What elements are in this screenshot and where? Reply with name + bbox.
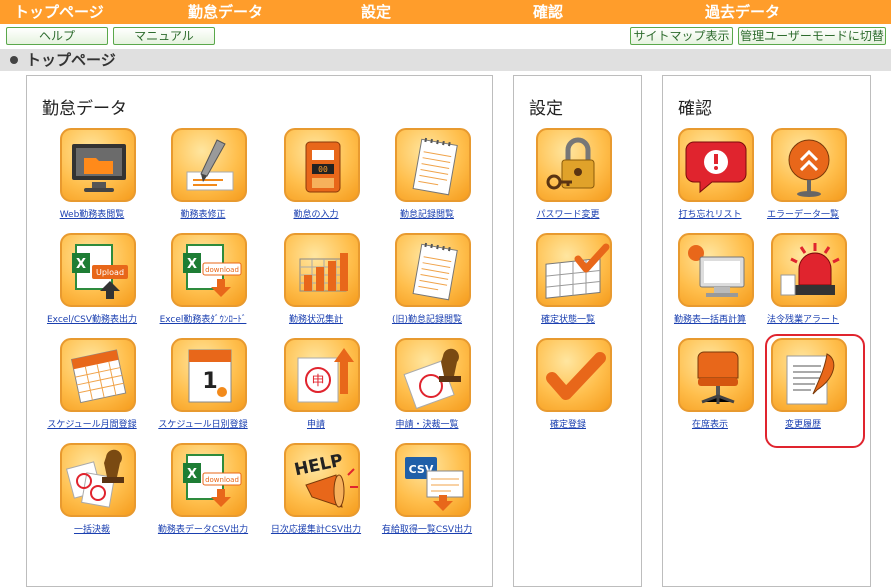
- tile-attendance[interactable]: Web勤務表閲覧: [34, 128, 150, 224]
- svg-text:00: 00: [318, 165, 328, 174]
- svg-text:download: download: [205, 266, 239, 274]
- attendance-section-title: 勤怠データ: [42, 99, 127, 119]
- selection-highlight: [765, 334, 865, 448]
- tile-settings[interactable]: 確定登録: [510, 338, 626, 434]
- notepad-icon[interactable]: [395, 128, 471, 202]
- tile-attendance[interactable]: 勤怠記録閲覧: [369, 128, 485, 224]
- nav-attendance-data[interactable]: 勤怠データ: [188, 0, 263, 24]
- bullet-icon: [10, 56, 18, 64]
- svg-text:申: 申: [311, 374, 324, 389]
- tile-link[interactable]: 勤務表修正: [139, 207, 267, 220]
- tile-link[interactable]: 確定状態一覧: [504, 312, 632, 325]
- monitor-folder-icon[interactable]: [60, 128, 136, 202]
- sitemap-button[interactable]: サイトマップ表示: [630, 27, 733, 45]
- bar-chart-icon[interactable]: [284, 233, 360, 307]
- svg-text:X: X: [187, 467, 197, 482]
- tile-link[interactable]: 日次応援集計CSV出力: [252, 522, 380, 535]
- alert-speech-icon[interactable]: [678, 128, 754, 202]
- settings-section-title: 設定: [529, 99, 563, 119]
- tile-link[interactable]: 申請: [252, 417, 380, 430]
- tile-attendance[interactable]: 1 スケジュール日別登録: [145, 338, 261, 434]
- nav-past-data[interactable]: 過去データ: [705, 0, 780, 24]
- confirm-section-title: 確認: [678, 99, 712, 119]
- time-clock-icon[interactable]: 00: [284, 128, 360, 202]
- tile-link[interactable]: スケジュール月間登録: [28, 417, 156, 430]
- tile-attendance[interactable]: 00 勤怠の入力: [258, 128, 374, 224]
- tile-attendance[interactable]: 申申請: [258, 338, 374, 434]
- svg-text:download: download: [205, 476, 239, 484]
- tile-attendance[interactable]: 勤務表修正: [145, 128, 261, 224]
- tile-link[interactable]: 勤怠記録閲覧: [363, 207, 491, 220]
- breadcrumb: トップページ: [0, 49, 891, 71]
- notepad-icon[interactable]: [395, 233, 471, 307]
- tile-link[interactable]: 有給取得一覧CSV出力: [363, 522, 491, 535]
- manual-button[interactable]: マニュアル: [113, 27, 215, 45]
- tile-attendance[interactable]: (旧)勤怠記録閲覧: [369, 233, 485, 329]
- help-button[interactable]: ヘルプ: [6, 27, 108, 45]
- nav-top-page[interactable]: トップページ: [14, 0, 104, 24]
- csv-export-icon[interactable]: CSV: [395, 443, 471, 517]
- tile-confirm[interactable]: エラーデータ一覧: [745, 128, 861, 224]
- svg-text:Upload: Upload: [96, 268, 124, 277]
- tile-link[interactable]: スケジュール日別登録: [139, 417, 267, 430]
- tile-link[interactable]: 勤務表データCSV出力: [139, 522, 267, 535]
- nav-confirm[interactable]: 確認: [533, 0, 563, 24]
- tile-link[interactable]: エラーデータ一覧: [739, 207, 867, 220]
- calendar-day-icon[interactable]: 1: [171, 338, 247, 412]
- application-stamp-icon[interactable]: 申: [284, 338, 360, 412]
- checkmark-icon[interactable]: [536, 338, 612, 412]
- tile-attendance[interactable]: CSV 有給取得一覧CSV出力: [369, 443, 485, 539]
- excel-download-icon[interactable]: Xdownload: [171, 443, 247, 517]
- tile-link[interactable]: Excel/CSV勤務表出力: [28, 312, 156, 325]
- tile-link[interactable]: Excel勤務表ﾀﾞｳﾝﾛｰﾄﾞ: [139, 312, 267, 325]
- approval-stamp-icon[interactable]: [395, 338, 471, 412]
- breadcrumb-label: トップページ: [26, 51, 116, 69]
- office-chair-icon[interactable]: [678, 338, 754, 412]
- help-megaphone-icon[interactable]: HELP: [284, 443, 360, 517]
- error-badge-icon[interactable]: [771, 128, 847, 202]
- svg-text:1: 1: [202, 369, 217, 394]
- tile-link[interactable]: 確定登録: [504, 417, 632, 430]
- tile-settings[interactable]: 確定状態一覧: [510, 233, 626, 329]
- tile-attendance[interactable]: Xdownload Excel勤務表ﾀﾞｳﾝﾛｰﾄﾞ: [145, 233, 261, 329]
- tile-link[interactable]: パスワード変更: [504, 207, 632, 220]
- tile-attendance[interactable]: 申請・決裁一覧: [369, 338, 485, 434]
- tile-attendance[interactable]: Xdownload 勤務表データCSV出力: [145, 443, 261, 539]
- tile-attendance[interactable]: 勤務状況集計: [258, 233, 374, 329]
- nav-settings[interactable]: 設定: [361, 0, 391, 24]
- tile-attendance[interactable]: 一括決裁: [34, 443, 150, 539]
- tile-link[interactable]: 一括決裁: [28, 522, 156, 535]
- tile-link[interactable]: 申請・決裁一覧: [363, 417, 491, 430]
- tile-attendance[interactable]: スケジュール月間登録: [34, 338, 150, 434]
- bulk-approval-icon[interactable]: [60, 443, 136, 517]
- calendar-month-icon[interactable]: [60, 338, 136, 412]
- grid-check-icon[interactable]: [536, 233, 612, 307]
- excel-upload-icon[interactable]: X Upload: [60, 233, 136, 307]
- tile-link[interactable]: 勤務状況集計: [252, 312, 380, 325]
- tile-settings[interactable]: パスワード変更: [510, 128, 626, 224]
- top-navigation-bar: トップページ 勤怠データ 設定 確認 過去データ: [0, 0, 891, 24]
- svg-text:X: X: [76, 257, 86, 272]
- svg-text:X: X: [187, 257, 197, 272]
- tile-link[interactable]: 法令残業アラート: [739, 312, 867, 325]
- padlock-key-icon[interactable]: [536, 128, 612, 202]
- admin-mode-button[interactable]: 管理ユーザーモードに切替: [738, 27, 886, 45]
- tile-attendance[interactable]: HELP 日次応援集計CSV出力: [258, 443, 374, 539]
- tile-confirm[interactable]: 法令残業アラート: [745, 233, 861, 329]
- tile-link[interactable]: 勤怠の入力: [252, 207, 380, 220]
- siren-alert-icon[interactable]: [771, 233, 847, 307]
- recalculate-monitor-icon[interactable]: [678, 233, 754, 307]
- excel-download-icon[interactable]: Xdownload: [171, 233, 247, 307]
- tile-attendance[interactable]: X Upload Excel/CSV勤務表出力: [34, 233, 150, 329]
- tile-link[interactable]: (旧)勤怠記録閲覧: [363, 312, 491, 325]
- tile-link[interactable]: Web勤務表閲覧: [28, 207, 156, 220]
- pencil-edit-icon[interactable]: [171, 128, 247, 202]
